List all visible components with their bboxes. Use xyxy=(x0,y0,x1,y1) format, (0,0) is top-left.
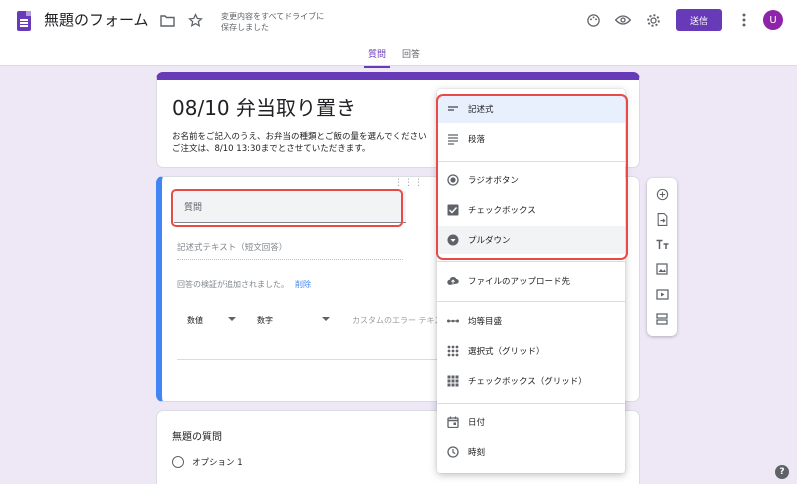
menu-item-linear-scale[interactable]: 均等目盛 xyxy=(437,307,625,335)
validation-text: 回答の検証が追加されました。 xyxy=(177,280,289,289)
top-bar: 無題のフォーム 変更内容をすべてドライブに 保存しました 送信 U 質問 回答 xyxy=(0,0,797,68)
menu-item-date[interactable]: 日付 xyxy=(437,408,625,436)
question-title[interactable]: 無題の質問 xyxy=(172,428,222,443)
divider xyxy=(177,359,437,360)
menu-item-grid[interactable]: 選択式（グリッド） xyxy=(437,337,625,365)
menu-item-label: ファイルのアップロード先 xyxy=(468,277,571,287)
menu-divider xyxy=(437,301,625,302)
clock-icon xyxy=(447,446,459,458)
radio-button-icon[interactable] xyxy=(172,456,184,468)
option-label[interactable]: オプション 1 xyxy=(192,456,243,468)
menu-item-label: 時刻 xyxy=(468,448,486,458)
form-description[interactable]: お名前をご記入のうえ、お弁当の種類とご飯の量を選んでください ご注文は、8/10… xyxy=(172,131,452,155)
validation-message: 回答の検証が追加されました。 削除 xyxy=(177,279,311,290)
forms-logo-icon[interactable] xyxy=(17,11,31,31)
add-question-icon[interactable] xyxy=(654,186,670,202)
menu-divider xyxy=(437,261,625,262)
import-questions-icon[interactable] xyxy=(654,211,670,227)
validation-delete-link[interactable]: 削除 xyxy=(295,280,311,289)
menu-item-time[interactable]: 時刻 xyxy=(437,438,625,466)
add-video-icon[interactable] xyxy=(654,286,670,302)
add-section-icon[interactable] xyxy=(654,311,670,327)
folder-icon[interactable] xyxy=(156,9,178,31)
checkbox-grid-icon xyxy=(447,375,459,387)
menu-item-label: チェックボックス（グリッド） xyxy=(468,377,587,387)
chevron-down-icon[interactable] xyxy=(322,317,330,321)
tab-responses[interactable]: 回答 xyxy=(398,44,424,68)
menu-item-file-upload[interactable]: ファイルのアップロード先 xyxy=(437,267,625,295)
send-button[interactable]: 送信 xyxy=(676,9,722,31)
drag-handle-icon[interactable]: ⋮⋮⋮ xyxy=(394,178,424,188)
grid-icon xyxy=(447,345,459,357)
menu-item-label: 日付 xyxy=(468,418,486,428)
chevron-down-icon[interactable] xyxy=(228,317,236,321)
more-vert-icon[interactable] xyxy=(733,9,755,31)
tab-questions[interactable]: 質問 xyxy=(364,44,391,68)
validation-type-select[interactable]: 数値 xyxy=(187,315,203,326)
eye-icon[interactable] xyxy=(612,9,634,31)
linear-scale-icon xyxy=(447,319,459,323)
star-icon[interactable] xyxy=(184,9,206,31)
side-toolbar xyxy=(647,178,677,336)
gear-icon[interactable] xyxy=(642,9,664,31)
menu-item-checkbox-grid[interactable]: チェックボックス（グリッド） xyxy=(437,367,625,395)
highlight-question-box xyxy=(171,189,403,227)
highlight-menu-box xyxy=(436,94,628,260)
add-image-icon[interactable] xyxy=(654,261,670,277)
validation-condition-select[interactable]: 数字 xyxy=(257,315,273,326)
help-icon[interactable]: ? xyxy=(775,465,789,479)
form-doc-title[interactable]: 無題のフォーム xyxy=(44,9,149,30)
add-title-icon[interactable] xyxy=(654,236,670,252)
calendar-icon xyxy=(447,416,459,428)
save-status: 変更内容をすべてドライブに 保存しました xyxy=(221,12,325,32)
custom-error-input[interactable]: カスタムのエラー テキス xyxy=(352,315,442,326)
menu-item-label: 均等目盛 xyxy=(468,317,503,327)
menu-divider xyxy=(437,403,625,404)
short-answer-hint: 記述式テキスト（短文回答） xyxy=(177,241,403,260)
palette-icon[interactable] xyxy=(582,9,604,31)
form-title[interactable]: 08/10 弁当取り置き xyxy=(172,92,356,121)
avatar[interactable]: U xyxy=(763,10,783,30)
cloud-upload-icon xyxy=(447,276,459,285)
menu-item-label: 選択式（グリッド） xyxy=(468,347,545,357)
form-tabs: 質問 回答 xyxy=(364,44,424,68)
